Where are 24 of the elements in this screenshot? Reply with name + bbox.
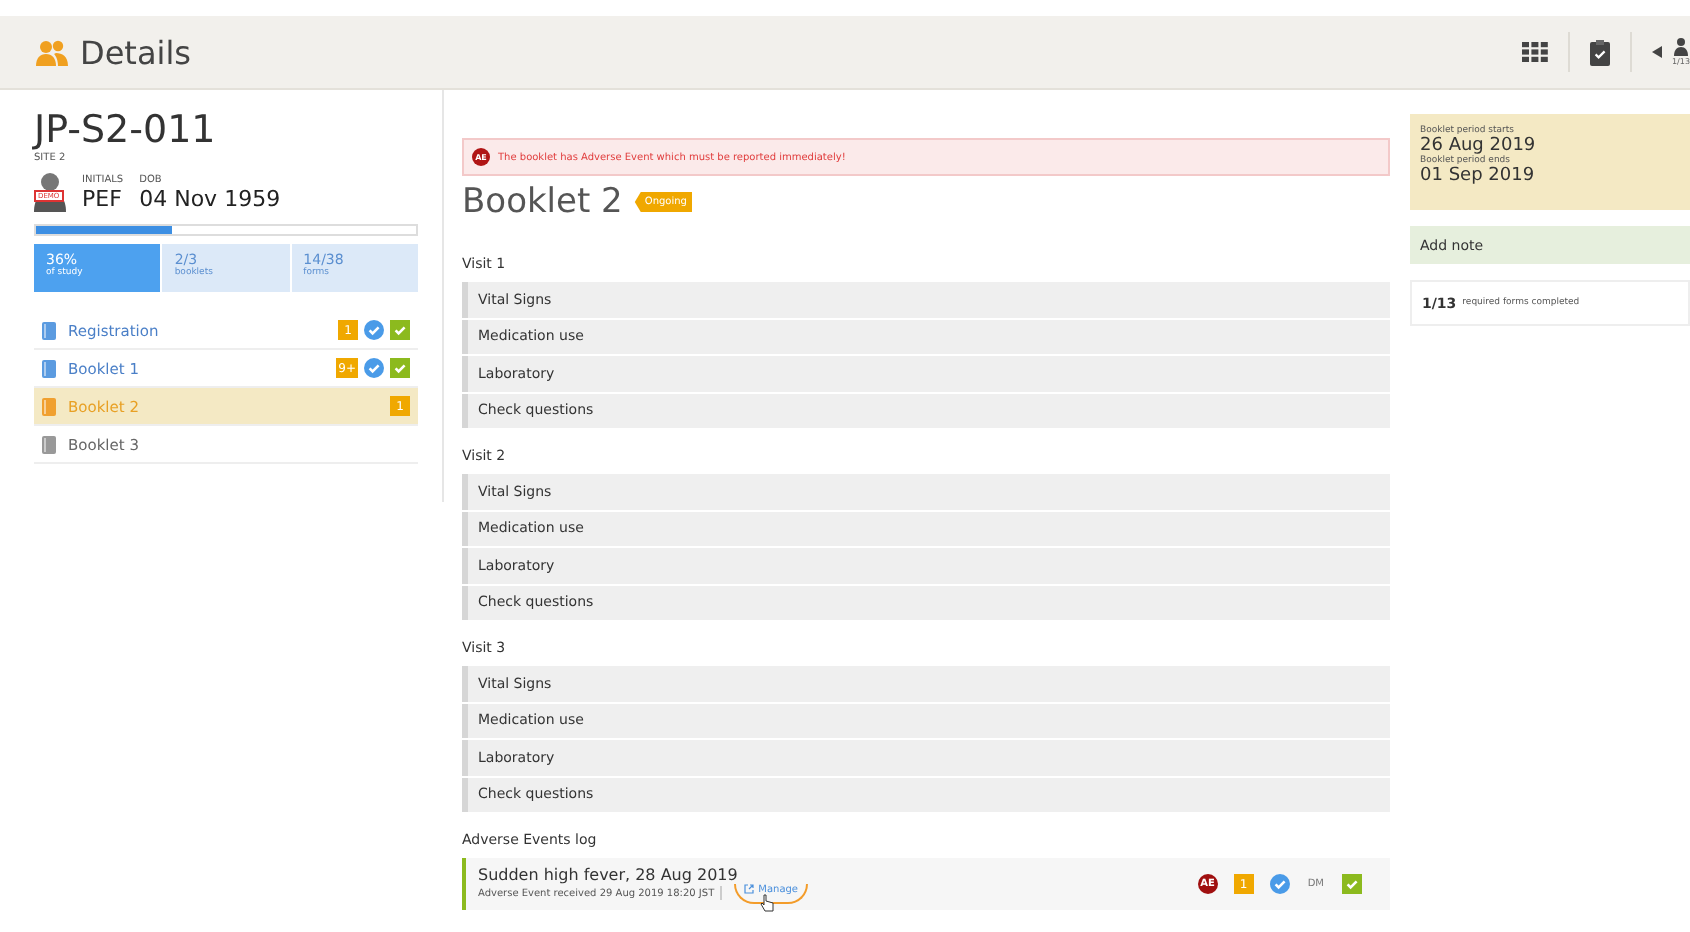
person-icon[interactable]	[1674, 38, 1688, 56]
book-icon	[42, 321, 56, 339]
people-icon	[36, 39, 68, 65]
grid-icon[interactable]	[1522, 42, 1549, 62]
checkbox-checked-icon	[1342, 874, 1362, 894]
external-link-icon	[744, 884, 755, 894]
book-icon	[42, 435, 56, 453]
checkbox-checked-icon	[390, 320, 410, 340]
collapse-icon[interactable]	[1652, 46, 1663, 58]
end-date: 01 Sep 2019	[1420, 166, 1537, 186]
verified-icon	[364, 320, 384, 340]
book-icon	[42, 359, 56, 377]
booklet-title: Booklet 2	[462, 182, 623, 222]
event-title: Sudden high fever, 28 Aug 2019	[478, 865, 740, 883]
subject-id: JP-S2-011	[34, 110, 218, 150]
page-title: Details	[80, 33, 193, 71]
checkbox-checked-icon	[390, 358, 410, 378]
book-icon	[42, 397, 56, 415]
start-date: 26 Aug 2019	[1420, 136, 1538, 156]
initials-value: PEF	[82, 186, 124, 212]
verified-icon	[1269, 874, 1290, 894]
dob-value: 04 Nov 1959	[139, 186, 281, 212]
clipboard-icon[interactable]	[1590, 39, 1611, 65]
verified-icon	[364, 358, 384, 378]
